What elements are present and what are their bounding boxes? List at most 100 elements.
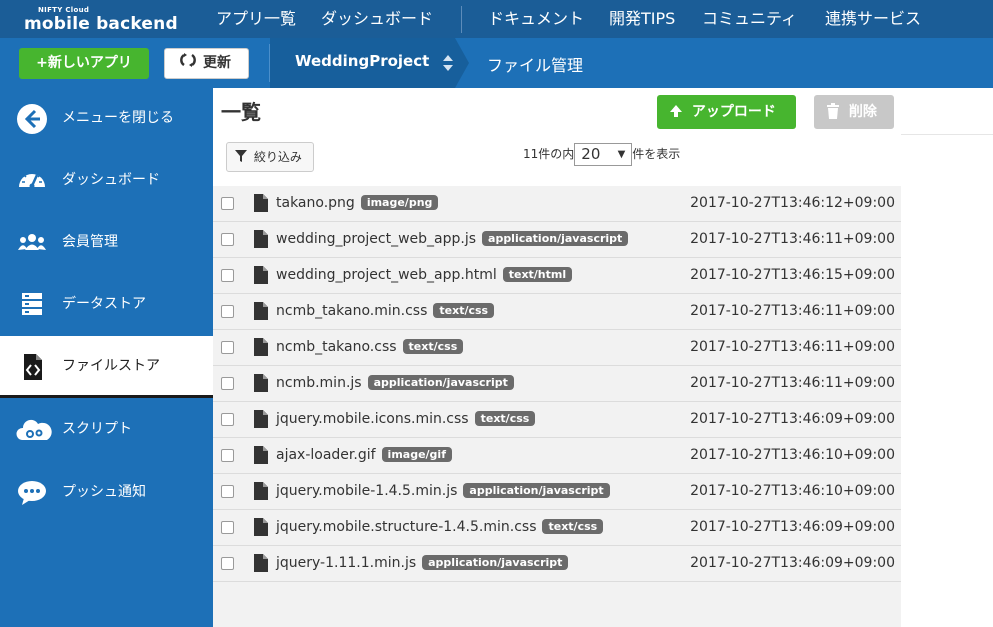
file-name-cell[interactable]: ncmb_takano.css text/css xyxy=(276,339,464,355)
row-checkbox[interactable] xyxy=(221,377,234,390)
file-list-panel: 一覧 アップロード 削除 絞り込み 11件の内 20 ▼ 件を表示 takano.pn… xyxy=(213,88,901,627)
file-icon xyxy=(254,446,268,464)
file-name-cell[interactable]: jquery.mobile.structure-1.4.5.min.css tex… xyxy=(276,519,604,535)
table-row[interactable]: takano.png image/png 2017-10-27T13:46:12+0… xyxy=(213,186,901,222)
row-checkbox[interactable] xyxy=(221,233,234,246)
logo-text: mobile backend xyxy=(24,14,178,34)
table-row[interactable]: ncmb_takano.css text/css 2017-10-27T13:46:… xyxy=(213,330,901,366)
mime-type-badge: application/javascript xyxy=(482,231,629,246)
table-row[interactable]: ajax-loader.gif image/gif 2017-10-27T13:46… xyxy=(213,438,901,474)
row-checkbox[interactable] xyxy=(221,305,234,318)
file-icon xyxy=(254,554,268,572)
sidebar-item-datastore[interactable]: データストア xyxy=(0,274,213,336)
file-name-cell[interactable]: jquery.mobile.icons.min.css text/css xyxy=(276,411,536,427)
file-name-cell[interactable]: takano.png image/png xyxy=(276,195,439,211)
topnav-app-list[interactable]: アプリ一覧 xyxy=(216,9,296,29)
row-checkbox[interactable] xyxy=(221,521,234,534)
table-row[interactable]: ncmb.min.js application/javascript 2017-10… xyxy=(213,366,901,402)
project-selector[interactable]: WeddingProject xyxy=(270,38,455,88)
speedometer-icon xyxy=(16,165,48,197)
upload-button[interactable]: アップロード xyxy=(657,95,796,129)
table-row[interactable]: wedding_project_web_app.js application/ja… xyxy=(213,222,901,258)
refresh-button[interactable]: 更新 xyxy=(164,48,249,79)
mime-type-badge: text/css xyxy=(474,411,536,426)
table-row[interactable]: jquery-1.11.1.min.js application/javascri… xyxy=(213,546,901,582)
chat-bubble-icon xyxy=(16,477,48,509)
file-name-cell[interactable]: ajax-loader.gif image/gif xyxy=(276,447,452,463)
topnav-dev-tips[interactable]: 開発TIPS xyxy=(609,9,675,29)
topnav-integrations[interactable]: 連携サービス xyxy=(825,9,921,29)
file-name-cell[interactable]: wedding_project_web_app.html text/html xyxy=(276,267,573,283)
mime-type-badge: text/css xyxy=(433,303,495,318)
app-toolbar: +新しいアプリ 更新 WeddingProject ファイル管理 xyxy=(0,38,993,88)
file-icon xyxy=(254,194,268,212)
file-updated-date: 2017-10-27T13:46:11+09:00 xyxy=(690,339,895,355)
file-icon xyxy=(254,266,268,284)
topnav-divider xyxy=(461,6,462,33)
table-row[interactable]: ncmb_takano.min.css text/css 2017-10-27T13… xyxy=(213,294,901,330)
file-icon xyxy=(254,482,268,500)
page-title: 一覧 xyxy=(221,100,261,124)
row-checkbox[interactable] xyxy=(221,557,234,570)
topnav-community[interactable]: コミュニティ xyxy=(702,9,797,29)
row-checkbox[interactable] xyxy=(221,485,234,498)
file-updated-date: 2017-10-27T13:46:10+09:00 xyxy=(690,447,895,463)
row-checkbox[interactable] xyxy=(221,197,234,210)
row-checkbox[interactable] xyxy=(221,269,234,282)
file-name-cell[interactable]: ncmb.min.js application/javascript xyxy=(276,375,514,391)
topnav-dashboard[interactable]: ダッシュボード xyxy=(321,9,433,29)
file-icon xyxy=(254,230,268,248)
file-updated-date: 2017-10-27T13:46:11+09:00 xyxy=(690,303,895,319)
mime-type-badge: application/javascript xyxy=(463,483,610,498)
logo[interactable]: NIFTY Cloud mobile backend xyxy=(24,6,178,34)
table-row[interactable]: jquery.mobile.icons.min.css text/css 2017-… xyxy=(213,402,901,438)
sidebar-item-filestore[interactable]: ファイルストア xyxy=(0,336,213,398)
row-checkbox[interactable] xyxy=(221,341,234,354)
file-updated-date: 2017-10-27T13:46:11+09:00 xyxy=(690,231,895,247)
breadcrumb-current-page: ファイル管理 xyxy=(487,56,584,75)
file-name: jquery-1.11.1.min.js xyxy=(276,555,417,571)
row-checkbox[interactable] xyxy=(221,413,234,426)
sidebar-item-label: 会員管理 xyxy=(62,234,118,250)
filter-icon xyxy=(235,150,254,164)
sidebar-item-push[interactable]: プッシュ通知 xyxy=(0,462,213,524)
delete-button[interactable]: 削除 xyxy=(814,95,894,129)
project-name: WeddingProject xyxy=(295,52,430,70)
file-icon xyxy=(254,410,268,428)
sidebar-item-members[interactable]: 会員管理 xyxy=(0,212,213,274)
file-name: wedding_project_web_app.html xyxy=(276,267,497,283)
right-blank-area xyxy=(901,88,993,627)
upload-arrow-icon xyxy=(669,104,692,120)
file-list: takano.png image/png 2017-10-27T13:46:12+0… xyxy=(213,186,901,582)
sidebar-item-dashboard[interactable]: ダッシュボード xyxy=(0,150,213,212)
cloud-gears-icon xyxy=(16,414,52,446)
users-icon xyxy=(16,227,48,259)
table-row[interactable]: jquery.mobile-1.4.5.min.js application/ja… xyxy=(213,474,901,510)
file-name-cell[interactable]: wedding_project_web_app.js application/ja… xyxy=(276,231,629,247)
trash-icon xyxy=(826,103,849,120)
table-row[interactable]: wedding_project_web_app.html text/html 201… xyxy=(213,258,901,294)
sidebar-item-script[interactable]: スクリプト xyxy=(0,399,213,461)
new-app-button[interactable]: +新しいアプリ xyxy=(19,48,149,79)
filter-label: 絞り込み xyxy=(253,150,302,164)
file-updated-date: 2017-10-27T13:46:09+09:00 xyxy=(690,519,895,535)
file-updated-date: 2017-10-27T13:46:11+09:00 xyxy=(690,375,895,391)
sidebar-item-label: メニューを閉じる xyxy=(62,110,174,126)
top-navbar: NIFTY Cloud mobile backend アプリ一覧 ダッシュボード… xyxy=(0,0,993,38)
file-icon xyxy=(254,374,268,392)
file-name-cell[interactable]: jquery.mobile-1.4.5.min.js application/ja… xyxy=(276,483,610,499)
mime-type-badge: application/javascript xyxy=(422,555,569,570)
file-name-cell[interactable]: ncmb_takano.min.css text/css xyxy=(276,303,495,319)
mime-type-badge: application/javascript xyxy=(367,375,514,390)
file-name-cell[interactable]: jquery-1.11.1.min.js application/javascri… xyxy=(276,555,569,571)
mime-type-badge: image/gif xyxy=(381,447,452,462)
logo-small-text: NIFTY Cloud xyxy=(38,6,90,14)
filter-button[interactable]: 絞り込み xyxy=(226,142,314,172)
topnav-documents[interactable]: ドキュメント xyxy=(488,9,584,29)
table-row[interactable]: jquery.mobile.structure-1.4.5.min.css tex… xyxy=(213,510,901,546)
arrow-left-circle-icon xyxy=(16,103,48,135)
page-size-select[interactable]: 20 ▼ xyxy=(574,143,633,166)
mime-type-badge: image/png xyxy=(360,195,439,210)
row-checkbox[interactable] xyxy=(221,449,234,462)
sidebar-item-close-menu[interactable]: メニューを閉じる xyxy=(0,88,213,150)
